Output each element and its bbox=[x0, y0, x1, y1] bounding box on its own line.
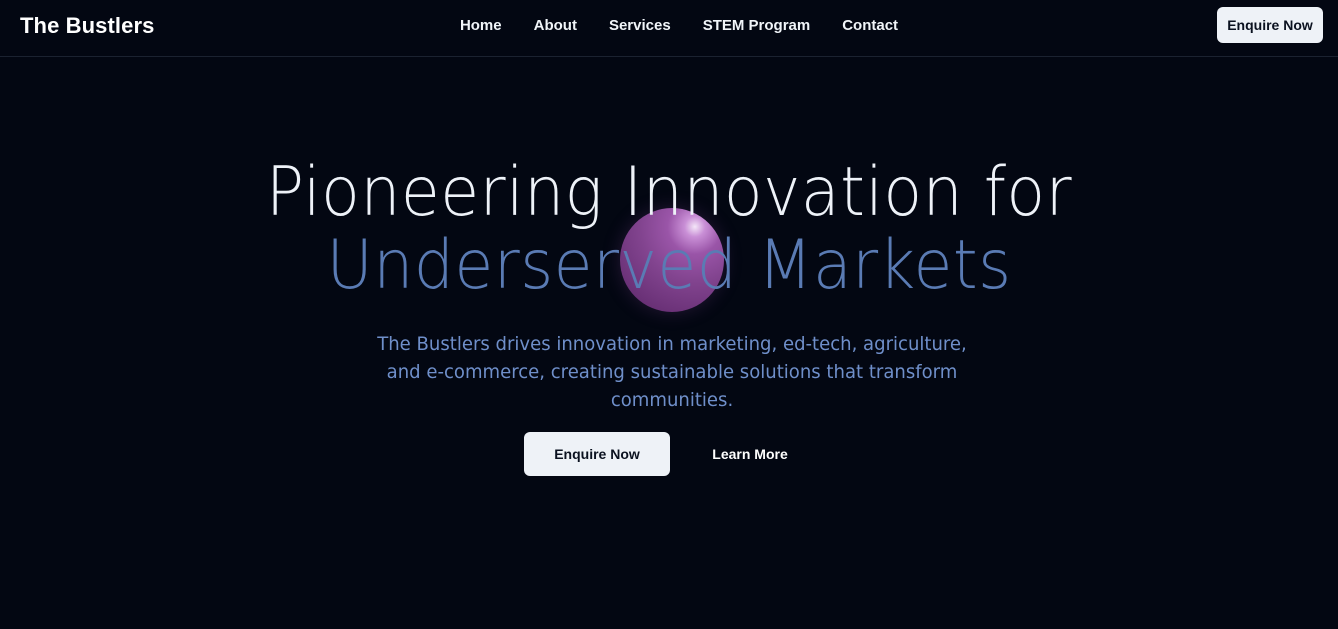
headline-line-2: Underserved Markets bbox=[326, 226, 1012, 305]
headline-line-1: Pioneering Innovation for bbox=[265, 153, 1073, 232]
nav-about[interactable]: About bbox=[534, 16, 577, 36]
learn-more-link[interactable]: Learn More bbox=[698, 432, 802, 476]
main-nav: Home About Services STEM Program Contact bbox=[0, 16, 1338, 36]
header-enquire-button[interactable]: Enquire Now bbox=[1217, 7, 1323, 43]
hero-subtitle: The Bustlers drives innovation in market… bbox=[377, 333, 967, 411]
site-header: The Bustlers Home About Services STEM Pr… bbox=[0, 0, 1338, 57]
hero-headline: Pioneering Innovation for Underserved Ma… bbox=[0, 155, 1338, 301]
hero-enquire-button[interactable]: Enquire Now bbox=[524, 432, 670, 476]
nav-services[interactable]: Services bbox=[609, 16, 671, 36]
nav-home[interactable]: Home bbox=[460, 16, 502, 36]
nav-contact[interactable]: Contact bbox=[842, 16, 898, 36]
hero-section: Pioneering Innovation for Underserved Ma… bbox=[0, 57, 1338, 629]
nav-stem-program[interactable]: STEM Program bbox=[703, 16, 811, 36]
